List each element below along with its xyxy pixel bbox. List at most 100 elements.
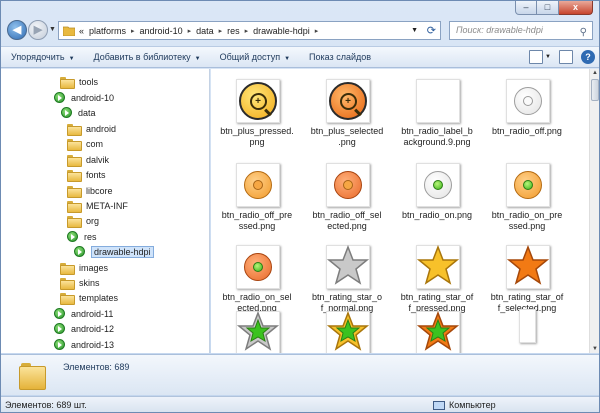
search-input[interactable]: Поиск: drawable-hdpi ⚲ — [449, 21, 593, 40]
refresh-icon[interactable]: ⟳ — [427, 24, 436, 37]
share-label: Общий доступ — [219, 52, 281, 62]
breadcrumb-item[interactable]: res — [227, 26, 240, 36]
search-placeholder: Поиск: drawable-hdpi — [456, 25, 543, 35]
view-options-icon[interactable] — [529, 50, 544, 64]
file-name-line: btn_plus_selected — [310, 126, 384, 136]
file-item[interactable] — [215, 305, 299, 353]
nav-item-meta-inf[interactable]: META-INF — [67, 198, 128, 213]
nav-item-libcore[interactable]: libcore — [67, 183, 113, 198]
file-item[interactable] — [395, 305, 479, 353]
file-name: btn_radio_off_sel ected.png — [305, 210, 389, 232]
nav-item-tools[interactable]: tools — [60, 74, 98, 89]
file-item[interactable]: btn_radio_label_b ackground.9.png — [395, 73, 479, 155]
radio-on-icon — [424, 171, 452, 199]
preview-pane-icon[interactable] — [559, 50, 573, 64]
nav-item-skins[interactable]: skins — [60, 275, 100, 290]
nav-item-org[interactable]: org — [67, 213, 99, 228]
file-item[interactable]: + btn_plus_pressed. png — [215, 73, 299, 155]
scrollbar-thumb[interactable] — [591, 79, 599, 101]
scroll-up-icon[interactable]: ▲ — [592, 70, 598, 76]
nav-item-label: com — [86, 138, 104, 149]
star-icon — [326, 310, 370, 353]
add-to-library-button[interactable]: Добавить в библиотеку ▼ — [84, 52, 210, 62]
forward-button[interactable]: ▶ — [28, 20, 48, 40]
maximize-button[interactable]: □ — [537, 1, 559, 15]
address-bar[interactable]: « platforms ▸ android-10 ▸ data ▸ res ▸ drawable… — [58, 21, 441, 40]
file-item[interactable]: btn_radio_off_pre ssed.png — [215, 157, 299, 239]
vertical-scrollbar[interactable]: ▲ ▼ — [589, 69, 599, 353]
search-icon[interactable]: ⚲ — [580, 24, 587, 41]
nav-item-data[interactable]: data — [61, 352, 96, 353]
file-name: btn_radio_on.png — [395, 210, 479, 221]
file-thumbnail — [416, 79, 460, 123]
breadcrumb: platforms ▸ android-10 ▸ data ▸ res ▸ drawable-h… — [89, 26, 323, 36]
slideshow-button[interactable]: Показ слайдов — [299, 52, 380, 62]
file-thumbnail — [416, 163, 460, 207]
breadcrumb-separator-icon[interactable]: ▸ — [315, 27, 319, 35]
details-pane: Элементов: 689 — [1, 354, 599, 395]
file-thumbnail — [416, 310, 460, 353]
breadcrumb-separator-icon[interactable]: ▸ — [188, 27, 192, 35]
folder-icon — [67, 154, 82, 167]
file-item[interactable]: btn_radio_on_pre ssed.png — [485, 157, 569, 239]
nav-item-data[interactable]: data — [61, 105, 96, 120]
item-count: Элементов: 689 — [63, 362, 130, 372]
file-item[interactable]: + btn_plus_selected .png — [305, 73, 389, 155]
folder-icon — [60, 76, 75, 89]
breadcrumb-separator-icon[interactable]: ▸ — [131, 27, 135, 35]
nav-item-android-10[interactable]: android-10 — [54, 90, 114, 105]
file-name-line: ssed.png — [508, 221, 546, 231]
file-thumbnail — [236, 163, 280, 207]
nav-item-dalvik[interactable]: dalvik — [67, 152, 109, 167]
minimize-button[interactable]: – — [515, 1, 537, 15]
nav-item-fonts[interactable]: fonts — [67, 167, 106, 182]
nav-item-templates[interactable]: templates — [60, 290, 118, 305]
breadcrumb-separator-icon[interactable]: ▸ — [245, 27, 249, 35]
star-icon — [416, 244, 460, 289]
expanded-android-folder-icon — [54, 339, 65, 350]
help-icon[interactable]: ? — [581, 50, 595, 64]
folder-icon — [60, 277, 75, 290]
file-item[interactable] — [305, 305, 389, 353]
file-thumbnail — [506, 79, 550, 123]
nav-item-android-12[interactable]: android-12 — [54, 321, 114, 336]
breadcrumb-item[interactable]: android-10 — [140, 26, 183, 36]
folder-icon — [67, 123, 82, 136]
nav-item-android-11[interactable]: android-11 — [54, 306, 113, 321]
file-item[interactable]: btn_radio_on.png — [395, 157, 479, 239]
file-item[interactable]: btn_radio_off_sel ected.png — [305, 157, 389, 239]
chevron-down-icon: ▼ — [284, 56, 291, 62]
organize-button[interactable]: Упорядочить ▼ — [1, 52, 84, 62]
close-button[interactable]: x — [559, 1, 593, 15]
file-name: btn_plus_pressed. png — [215, 126, 299, 148]
file-thumbnail: + — [326, 79, 370, 123]
file-name-line: ssed.png — [238, 221, 276, 231]
folder-icon — [60, 262, 75, 275]
view-dropdown-icon[interactable]: ▼ — [545, 54, 551, 60]
nav-item-android-13[interactable]: android-13 — [54, 337, 114, 352]
nav-item-images[interactable]: images — [60, 260, 108, 275]
file-item[interactable]: btn_radio_off.png — [485, 73, 569, 155]
file-name-line: btn_radio_on_pre — [491, 210, 563, 220]
nav-item-com[interactable]: com — [67, 136, 103, 151]
nav-item-label: drawable-hdpi — [91, 245, 154, 258]
file-item[interactable] — [485, 305, 569, 353]
nav-item-android[interactable]: android — [67, 121, 116, 136]
breadcrumb-item[interactable]: platforms — [89, 26, 126, 36]
expanded-android-folder-icon — [54, 308, 65, 319]
toolbar-right: ▼ ? — [529, 50, 595, 64]
file-name: btn_radio_label_b ackground.9.png — [395, 126, 479, 148]
scroll-down-icon[interactable]: ▼ — [592, 346, 598, 352]
file-thumbnail — [519, 309, 536, 343]
share-button[interactable]: Общий доступ ▼ — [210, 52, 299, 62]
back-button[interactable]: ◀ — [7, 20, 27, 40]
address-dropdown-icon[interactable]: ▼ — [411, 27, 418, 34]
recent-pages-dropdown-icon[interactable]: ▼ — [49, 26, 56, 33]
breadcrumb-item[interactable]: data — [196, 26, 214, 36]
nav-item-drawable-hdpi[interactable]: drawable-hdpi — [74, 244, 154, 259]
breadcrumb-item[interactable]: drawable-hdpi — [253, 26, 310, 36]
breadcrumb-overflow[interactable]: « — [79, 26, 84, 36]
nav-item-res[interactable]: res — [67, 229, 97, 244]
breadcrumb-separator-icon[interactable]: ▸ — [219, 27, 223, 35]
file-thumbnail — [236, 310, 280, 353]
